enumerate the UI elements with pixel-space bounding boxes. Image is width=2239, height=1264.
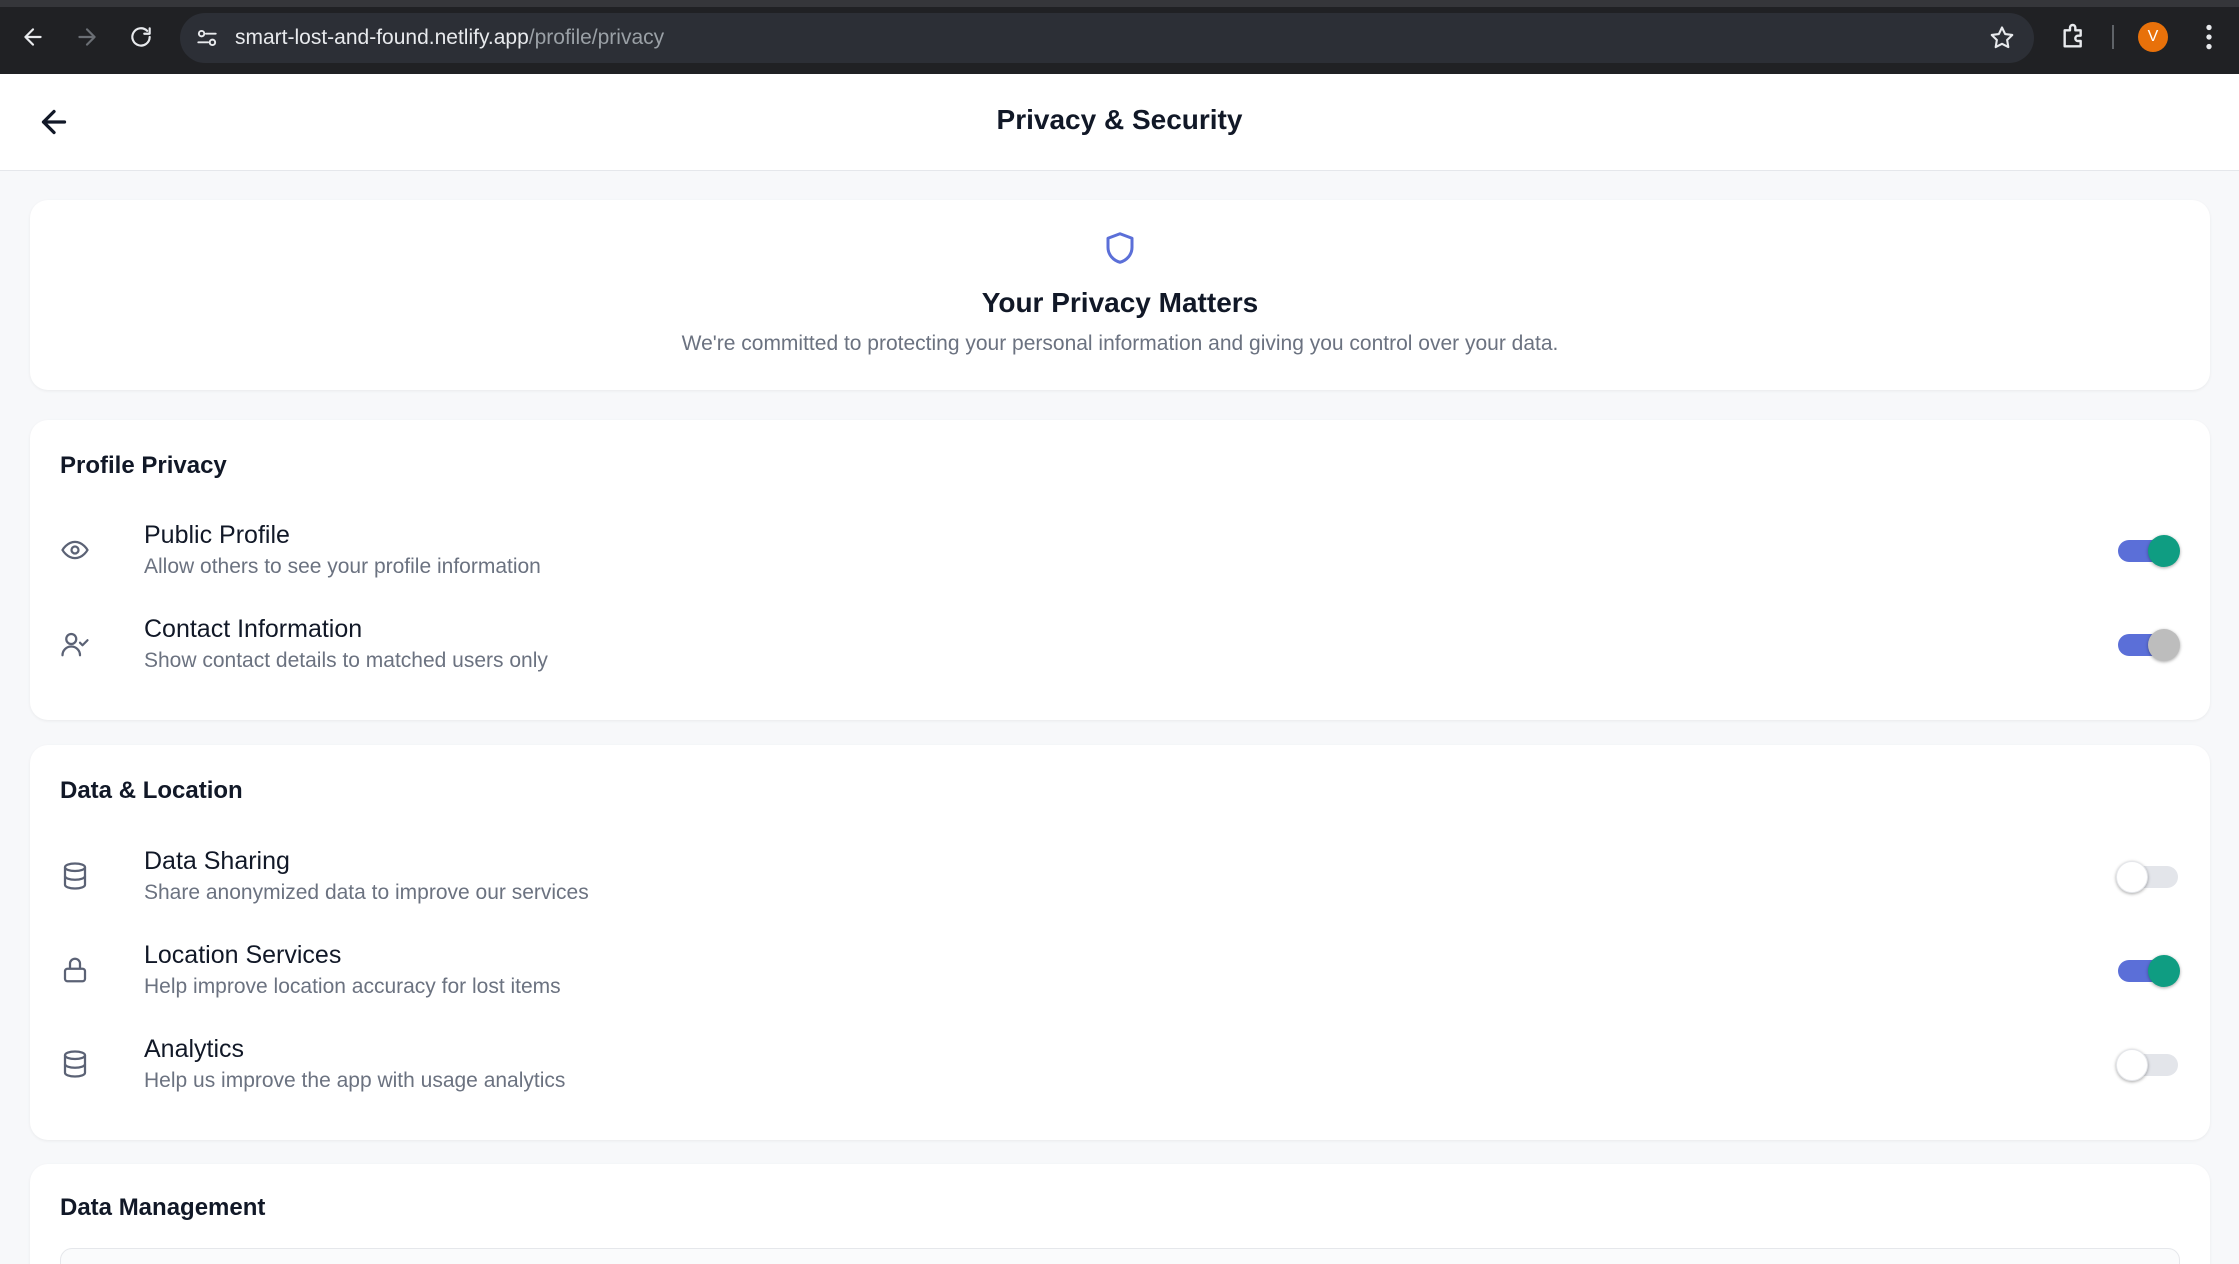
setting-description: Show contact details to matched users on… bbox=[144, 649, 548, 672]
setting-label: Location Services bbox=[144, 941, 342, 969]
setting-description: Help improve location accuracy for lost … bbox=[144, 975, 561, 998]
setting-row-contact-information: Contact Information Show contact details… bbox=[60, 615, 2180, 685]
data-sharing-toggle[interactable] bbox=[2116, 859, 2180, 893]
page-title: Privacy & Security bbox=[996, 104, 1243, 135]
browser-menu-icon[interactable] bbox=[2196, 20, 2222, 54]
profile-avatar[interactable]: V bbox=[2138, 22, 2168, 52]
shield-icon bbox=[1106, 232, 1134, 264]
browser-reload-button[interactable] bbox=[124, 20, 158, 54]
section-title: Profile Privacy bbox=[60, 452, 227, 479]
eye-icon bbox=[61, 540, 89, 560]
data-location-card: Data & Location Data Sharing Share anony… bbox=[30, 745, 2210, 1140]
public-profile-toggle[interactable] bbox=[2118, 533, 2180, 567]
browser-toolbar: smart-lost-and-found.netlify.app/profile… bbox=[0, 0, 2239, 74]
url-path: /profile/privacy bbox=[528, 26, 665, 49]
setting-label: Analytics bbox=[144, 1035, 245, 1063]
setting-description: Help us improve the app with usage analy… bbox=[144, 1069, 566, 1092]
database-icon bbox=[63, 862, 87, 890]
section-title: Data & Location bbox=[60, 777, 243, 804]
profile-privacy-card: Profile Privacy Public Profile Allow oth… bbox=[30, 420, 2210, 720]
arrow-right-icon bbox=[78, 28, 96, 46]
browser-forward-button[interactable] bbox=[70, 20, 104, 54]
setting-label: Data Sharing bbox=[144, 847, 290, 875]
reload-icon bbox=[131, 27, 151, 47]
setting-row-public-profile: Public Profile Allow others to see your … bbox=[60, 521, 2180, 591]
database-icon bbox=[63, 1050, 87, 1078]
bookmark-star-icon[interactable] bbox=[1988, 24, 2016, 52]
section-title: Data Management bbox=[60, 1194, 266, 1221]
data-management-card: Data Management bbox=[30, 1164, 2210, 1264]
setting-row-analytics: Analytics Help us improve the app with u… bbox=[60, 1035, 2180, 1105]
privacy-intro-card: Your Privacy Matters We're committed to … bbox=[30, 200, 2210, 390]
setting-row-location-services: Location Services Help improve location … bbox=[60, 941, 2180, 1011]
tab-strip-edge bbox=[0, 0, 2239, 7]
toolbar-separator bbox=[2112, 25, 2114, 49]
setting-label: Public Profile bbox=[144, 521, 290, 549]
data-management-item[interactable] bbox=[60, 1248, 2180, 1264]
analytics-toggle[interactable] bbox=[2116, 1047, 2180, 1081]
setting-label: Contact Information bbox=[144, 615, 363, 643]
browser-back-button[interactable] bbox=[16, 20, 50, 54]
address-bar[interactable]: smart-lost-and-found.netlify.app/profile… bbox=[180, 13, 2034, 63]
privacy-heading: Your Privacy Matters bbox=[981, 287, 1259, 318]
privacy-description: We're committed to protecting your perso… bbox=[681, 332, 1559, 355]
contact-information-toggle[interactable] bbox=[2118, 627, 2180, 661]
user-check-icon bbox=[61, 632, 89, 657]
setting-row-data-sharing: Data Sharing Share anonymized data to im… bbox=[60, 847, 2180, 917]
arrow-left-icon bbox=[24, 28, 42, 46]
app-header: Privacy & Security bbox=[0, 74, 2239, 171]
site-settings-icon[interactable] bbox=[194, 25, 220, 51]
url-host: smart-lost-and-found.netlify.app bbox=[235, 26, 529, 49]
location-services-toggle[interactable] bbox=[2118, 953, 2180, 987]
url-text: smart-lost-and-found.netlify.app/profile… bbox=[235, 26, 664, 50]
setting-description: Allow others to see your profile informa… bbox=[144, 555, 541, 578]
extensions-icon[interactable] bbox=[2058, 21, 2090, 53]
lock-icon bbox=[63, 957, 87, 983]
setting-description: Share anonymized data to improve our ser… bbox=[144, 881, 589, 904]
